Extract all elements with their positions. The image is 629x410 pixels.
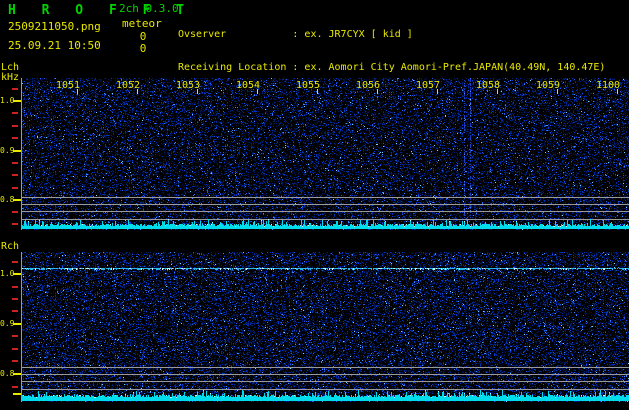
hrofft-screen: H R O F F T 2ch 0.3.0 2509211050.png met… <box>0 0 629 410</box>
minute-tick <box>377 89 378 94</box>
minor-tick <box>12 348 18 350</box>
lch-spectrogram <box>22 78 629 230</box>
minor-tick <box>12 162 18 164</box>
receiving-location-line: Receiving Location : ex. Aomori City Aom… <box>178 62 606 74</box>
minute-tick <box>557 89 558 94</box>
minor-tick <box>12 386 18 388</box>
major-tick <box>13 273 21 275</box>
mode-label: meteor <box>122 17 162 30</box>
minor-tick <box>12 112 18 114</box>
major-tick <box>13 150 21 152</box>
lch-unit-label: kHz <box>1 72 20 83</box>
minute-tick <box>497 89 498 94</box>
lch-ytick-0.8: 0.8 <box>0 195 15 204</box>
minor-tick <box>12 261 18 263</box>
minor-tick <box>12 335 18 337</box>
datetime-label: 25.09.21 10:50 <box>8 39 101 52</box>
minor-tick <box>12 310 18 312</box>
rch-ytick-0.9: 0.9 <box>0 319 15 328</box>
minor-tick <box>12 298 18 300</box>
minute-tick <box>197 89 198 94</box>
minute-tick <box>437 89 438 94</box>
major-tick <box>13 373 21 375</box>
minute-tick <box>137 89 138 94</box>
major-tick <box>13 100 21 102</box>
rch-ytick-0.8: 0.8 <box>0 369 15 378</box>
meteor-count-bottom: 0 <box>139 42 147 55</box>
lch-ytick-1.0: 1.0 <box>0 96 15 105</box>
minor-tick <box>12 360 18 362</box>
minute-tick <box>257 89 258 94</box>
observer-line: Ovserver : ex. JR7CYX [ kid ] <box>178 29 413 41</box>
rch-spectrogram <box>22 252 629 402</box>
major-tick <box>13 323 21 325</box>
output-filename: 2509211050.png <box>8 20 101 33</box>
rch-panel-label: Rch <box>1 241 20 252</box>
minute-tick <box>77 89 78 94</box>
minor-tick <box>12 187 18 189</box>
minor-tick <box>12 286 18 288</box>
lch-ytick-0.9: 0.9 <box>0 146 15 155</box>
minor-tick <box>12 125 18 127</box>
minor-tick <box>12 223 18 225</box>
app-version: 2ch 0.3.0 <box>119 2 179 15</box>
rch-ytick-1.0: 1.0 <box>0 269 15 278</box>
major-tick <box>13 393 21 395</box>
minor-tick <box>12 88 18 90</box>
minute-tick <box>317 89 318 94</box>
minor-tick <box>12 137 18 139</box>
major-tick <box>13 199 21 201</box>
minute-tick <box>617 89 618 94</box>
minor-tick <box>12 211 18 213</box>
minor-tick <box>12 174 18 176</box>
